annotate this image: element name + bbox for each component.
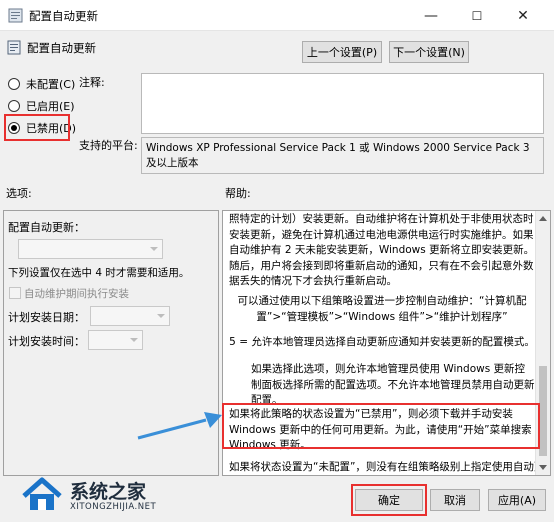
schedule-day-label: 计划安装日期： <box>8 311 85 324</box>
options-note: 下列设置仅在选中 4 时才需要和适用。 <box>8 267 190 279</box>
next-setting-button[interactable]: 下一个设置(N) <box>389 41 469 63</box>
minimize-icon: — <box>424 7 438 24</box>
comment-label: 注释: <box>79 76 105 89</box>
title-bar: 配置自动更新 — ☐ ✕ <box>0 0 554 31</box>
radio-enabled[interactable]: 已启用(E) <box>8 98 75 114</box>
schedule-time-label: 计划安装时间： <box>8 335 85 348</box>
window-title: 配置自动更新 <box>29 9 98 23</box>
arrow-icon <box>137 412 222 440</box>
help-paragraph: 5 = 允许本地管理员选择自动更新应通知并安装更新的配置模式。 <box>229 336 535 348</box>
chevron-down-icon <box>157 314 165 318</box>
chevron-down-icon <box>150 247 158 251</box>
site-logo-icon <box>22 477 62 510</box>
comment-textarea[interactable] <box>141 73 544 134</box>
help-label: 帮助: <box>225 187 251 200</box>
maintenance-checkbox-label: 自动维护期间执行安装 <box>24 288 129 300</box>
platform-text: Windows XP Professional Service Pack 1 或… <box>146 142 530 169</box>
maintenance-checkbox[interactable] <box>9 287 21 299</box>
highlight-box-disabled <box>4 114 70 141</box>
scroll-up-icon[interactable] <box>539 216 547 221</box>
watermark-name: 系统之家 <box>70 481 147 503</box>
maximize-button[interactable]: ☐ <box>454 0 500 31</box>
schedule-time-dropdown[interactable] <box>88 330 143 350</box>
highlight-box-help <box>222 403 540 449</box>
policy-setting-icon <box>7 40 21 55</box>
setting-title: 配置自动更新 <box>27 41 96 55</box>
radio-not-configured[interactable]: 未配置(C) <box>8 76 75 92</box>
radio-circle[interactable] <box>8 100 20 112</box>
platform-label: 支持的平台: <box>79 139 138 152</box>
chevron-down-icon <box>130 338 138 342</box>
radio-label: 未配置(C) <box>26 78 76 91</box>
platform-box: Windows XP Professional Service Pack 1 或… <box>141 137 544 174</box>
options-label: 选项: <box>6 187 32 200</box>
apply-button[interactable]: 应用(A) <box>488 489 546 511</box>
policy-app-icon <box>8 8 23 23</box>
close-button[interactable]: ✕ <box>500 0 546 31</box>
highlight-box-ok <box>351 484 427 516</box>
configure-label: 配置自动更新： <box>8 221 85 234</box>
maximize-icon: ☐ <box>471 8 483 23</box>
scrollbar-thumb[interactable] <box>539 366 547 456</box>
radio-label: 已启用(E) <box>26 100 75 113</box>
scroll-down-icon[interactable] <box>539 465 547 470</box>
cancel-button[interactable]: 取消 <box>430 489 480 511</box>
help-paragraph: 如果选择此选项，则允许本地管理员使用 Windows 更新控制面板选择所需的配置… <box>251 363 535 406</box>
help-paragraph: 可以通过使用以下组策略设置进一步控制自动维护：“计算机配置”>“管理模板”>“W… <box>237 295 527 323</box>
configure-dropdown[interactable] <box>18 239 163 259</box>
help-paragraph: 如果将状态设置为“未配置”，则没有在组策略级别上指定使用自动更新 <box>229 461 551 473</box>
schedule-day-dropdown[interactable] <box>90 306 170 326</box>
minimize-button[interactable]: — <box>408 0 454 31</box>
help-paragraph: 照特定的计划）安装更新。自动维护将在计算机处于非使用状态时安装更新，避免在计算机… <box>229 213 535 287</box>
previous-setting-button[interactable]: 上一个设置(P) <box>302 41 382 63</box>
watermark-url: XITONGZHIJIA.NET <box>70 502 157 512</box>
radio-circle[interactable] <box>8 78 20 90</box>
close-icon: ✕ <box>517 7 529 24</box>
